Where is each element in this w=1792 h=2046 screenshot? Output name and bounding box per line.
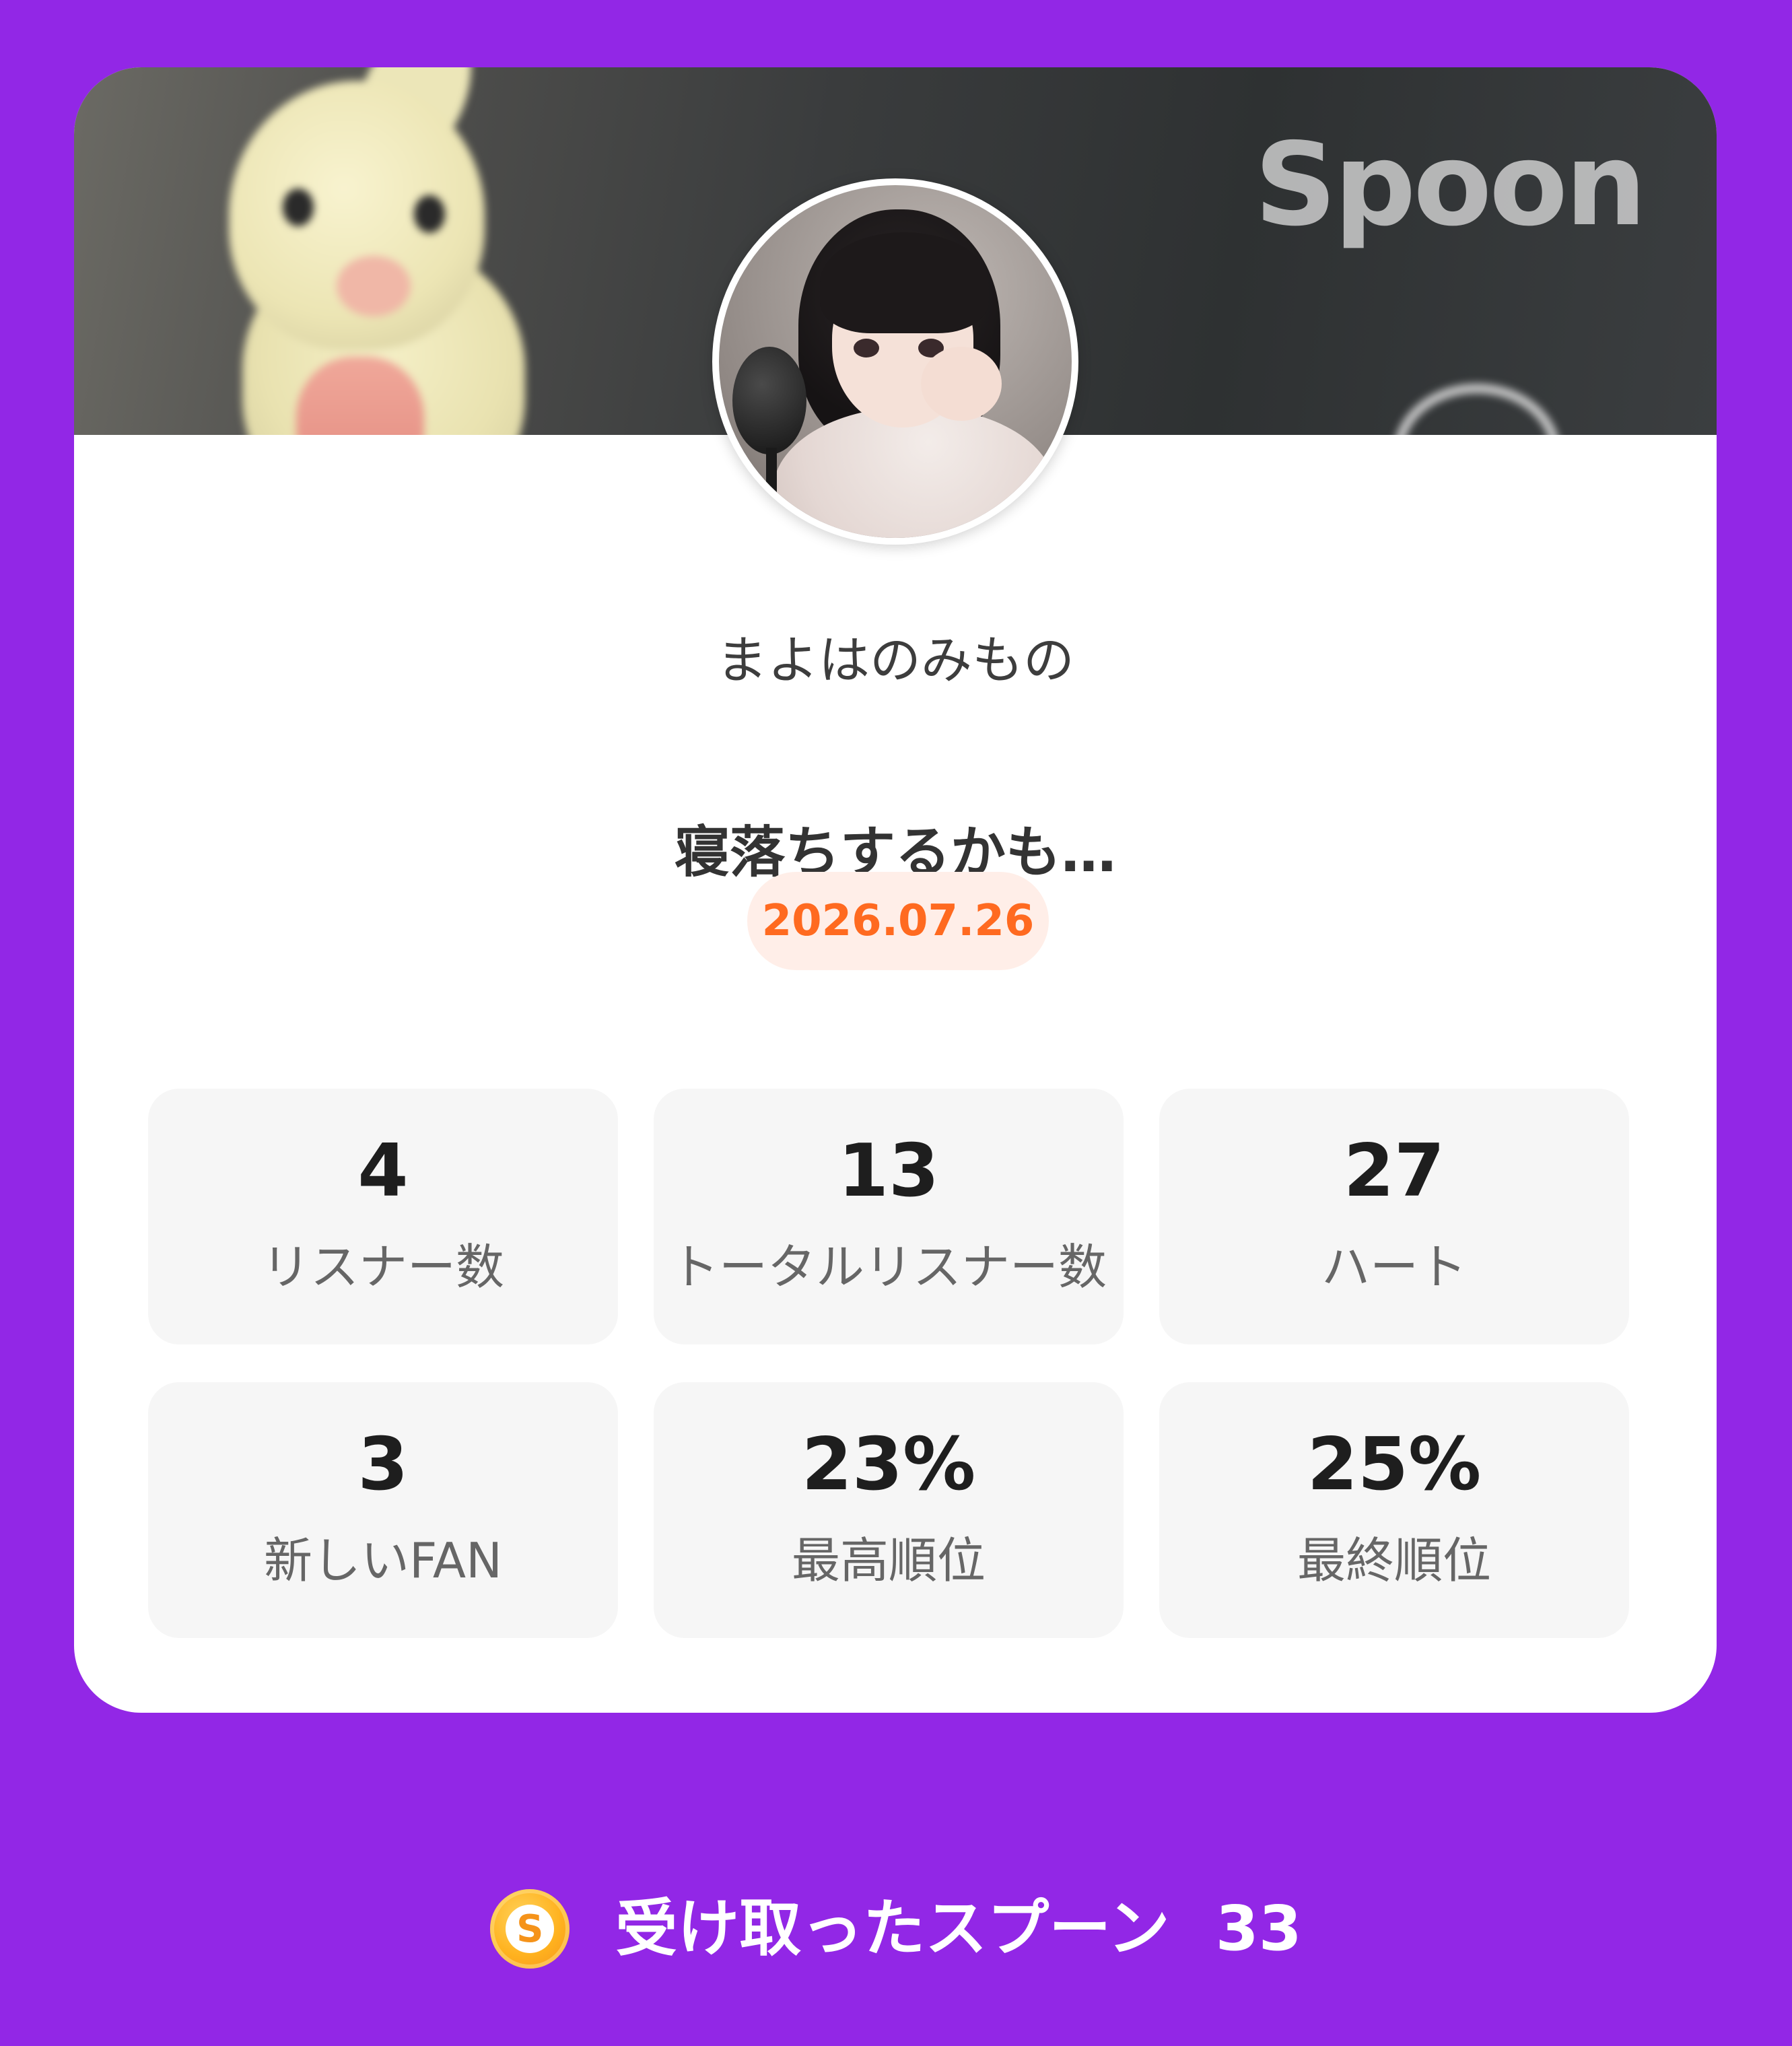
stat-tile-total-listeners: 13 トータルリスナー数 — [654, 1089, 1124, 1344]
stat-label: トータルリスナー数 — [670, 1239, 1107, 1295]
stat-label: 新しいFAN — [264, 1532, 502, 1589]
avatar-image — [719, 185, 1072, 538]
stat-tile-hearts: 27 ハート — [1159, 1089, 1629, 1344]
stats-card: Spoon まよはのみもの 寝落ちするかも… 2026.07.26 4 リスナー… — [74, 67, 1717, 1713]
spoon-logo: Spoon — [1254, 118, 1647, 252]
stat-value: 13 — [837, 1129, 940, 1213]
stat-value: 4 — [357, 1129, 409, 1213]
stat-label: ハート — [1321, 1239, 1467, 1295]
stat-tile-new-fans: 3 新しいFAN — [148, 1382, 618, 1638]
spoon-coin-icon: S — [490, 1889, 570, 1969]
stat-tile-highest-rank: 23% 最高順位 — [654, 1382, 1124, 1638]
stat-value: 27 — [1343, 1129, 1445, 1213]
stat-label: リスナー数 — [261, 1239, 504, 1295]
coin-letter: S — [506, 1905, 555, 1953]
date-badge: 2026.07.26 — [747, 872, 1049, 970]
stat-tile-final-rank: 25% 最終順位 — [1159, 1382, 1629, 1638]
received-spoons-count: 33 — [1215, 1892, 1302, 1965]
username: まよはのみもの — [716, 630, 1074, 690]
stat-value: 23% — [801, 1423, 976, 1507]
received-spoons-label: 受け取ったスプーン — [615, 1892, 1170, 1965]
stat-tile-listeners: 4 リスナー数 — [148, 1089, 618, 1344]
stat-value: 25% — [1307, 1423, 1482, 1507]
avatar[interactable] — [712, 178, 1078, 545]
received-spoons: S 受け取ったスプーン 33 — [0, 1885, 1792, 1973]
stat-value: 3 — [357, 1423, 409, 1507]
stat-label: 最終順位 — [1297, 1532, 1491, 1589]
stat-label: 最高順位 — [791, 1532, 986, 1589]
